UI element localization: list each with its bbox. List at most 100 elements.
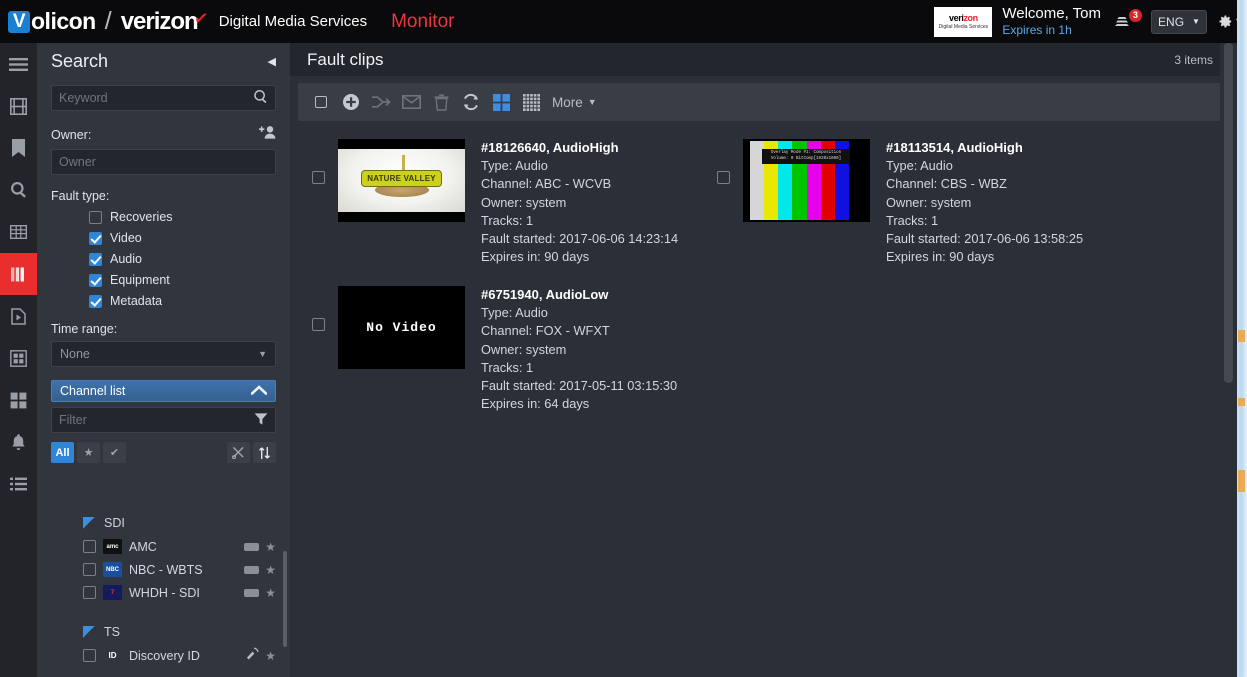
time-range-select[interactable]: None ▼	[51, 341, 276, 367]
tape-icon[interactable]	[244, 588, 260, 597]
checkbox[interactable]	[89, 273, 102, 287]
owner-row: Owner:	[51, 125, 276, 144]
keyword-field[interactable]	[51, 85, 276, 111]
channel-list-section-header[interactable]: Channel list	[51, 380, 276, 402]
checkbox[interactable]	[83, 649, 96, 662]
star-icon[interactable]: ★	[265, 649, 276, 663]
rail-item-table[interactable]	[0, 211, 37, 253]
add-user-icon[interactable]	[259, 125, 276, 144]
thumb-osd-text: Overlay Mode #1: Composition Volume: 0 B…	[762, 149, 850, 164]
session-expiry[interactable]: Expires in 1h	[1002, 23, 1101, 38]
rail-item-search[interactable]	[0, 169, 37, 211]
checkbox[interactable]	[89, 210, 102, 224]
brand-block[interactable]: Volicon / verizon ✓ Digital Media Service…	[0, 7, 454, 36]
clip-thumbnail[interactable]: NATURE VALLEY	[338, 139, 465, 222]
owner-input[interactable]	[59, 155, 268, 169]
chevron-down-icon: ▼	[1192, 17, 1200, 26]
select-all-checkbox[interactable]	[306, 87, 336, 117]
checkbox[interactable]	[83, 540, 96, 553]
clip-thumbnail[interactable]: Overlay Mode #1: Composition Volume: 0 B…	[743, 139, 870, 222]
channel-row-whdh-sdi[interactable]: 7 WHDH - SDI ★	[37, 581, 290, 604]
verizon-logo[interactable]: verizon ✓	[121, 8, 209, 36]
clear-selection-button[interactable]	[227, 442, 250, 463]
large-grid-view-button[interactable]	[486, 87, 516, 117]
channel-filter-field[interactable]	[51, 407, 276, 433]
search-icon[interactable]	[253, 89, 268, 107]
clip-title[interactable]: #18113514, AudioHigh	[886, 139, 1083, 157]
clip-title[interactable]: #18126640, AudioHigh	[481, 139, 678, 157]
fault-type-recoveries[interactable]: Recoveries	[89, 210, 290, 224]
add-button[interactable]	[336, 87, 366, 117]
star-icon[interactable]: ★	[265, 563, 276, 577]
volicon-v-mark: V	[8, 10, 30, 33]
card-checkbox[interactable]	[312, 171, 325, 184]
clip-title[interactable]: #6751940, AudioLow	[481, 286, 677, 304]
clip-tracks: Tracks: 1	[886, 212, 939, 228]
small-grid-icon	[522, 93, 540, 111]
checkbox[interactable]	[89, 252, 102, 266]
rail-item-fault-clips[interactable]	[0, 253, 37, 295]
filter-favorites-button[interactable]: ★	[77, 442, 100, 463]
rail-item-bookmarks[interactable]	[0, 127, 37, 169]
delete-button[interactable]	[426, 87, 456, 117]
checkbox[interactable]	[83, 586, 96, 599]
rail-item-dashboard[interactable]	[0, 337, 37, 379]
fault-clip-card[interactable]: No Video #6751940, AudioLow Type: Audio …	[312, 286, 677, 413]
keyword-input[interactable]	[59, 91, 253, 105]
clip-type: Type: Audio	[886, 158, 953, 174]
satellite-icon[interactable]	[246, 647, 259, 665]
filter-selected-button[interactable]: ✔	[103, 442, 126, 463]
checkbox-label: Metadata	[110, 294, 163, 308]
rail-item-alerts[interactable]	[0, 421, 37, 463]
tape-icon[interactable]	[244, 542, 260, 551]
channel-group-ts[interactable]: TS	[37, 620, 290, 644]
channel-row-nbc-wbts[interactable]: NBC NBC - WBTS ★	[37, 558, 290, 581]
card-checkbox[interactable]	[717, 171, 730, 184]
more-menu-button[interactable]: More ▼	[552, 95, 597, 110]
rail-item-menu[interactable]	[0, 43, 37, 85]
fault-type-metadata[interactable]: Metadata	[89, 294, 290, 308]
main-scrollbar[interactable]	[1220, 43, 1237, 677]
funnel-icon[interactable]	[254, 412, 268, 429]
channel-list-label: Channel list	[60, 384, 126, 398]
main-scrollbar-thumb[interactable]	[1224, 43, 1233, 383]
owner-field[interactable]	[51, 149, 276, 175]
rail-item-tiles[interactable]	[0, 379, 37, 421]
channel-row-amc[interactable]: amc AMC ★	[37, 535, 290, 558]
filter-all-button[interactable]: All	[51, 442, 74, 463]
merge-button[interactable]	[366, 87, 396, 117]
alerts-button[interactable]: 3	[1111, 8, 1143, 35]
group-partial-check-icon	[83, 517, 95, 529]
sort-button[interactable]	[253, 442, 276, 463]
small-grid-view-button[interactable]	[516, 87, 546, 117]
rail-item-file-play[interactable]	[0, 295, 37, 337]
rail-item-clips[interactable]	[0, 85, 37, 127]
nature-valley-thumbnail-art: NATURE VALLEY	[338, 149, 465, 212]
email-button[interactable]	[396, 87, 426, 117]
refresh-button[interactable]	[456, 87, 486, 117]
group-label: SDI	[104, 516, 125, 530]
channel-row-discovery-id[interactable]: ID Discovery ID ★	[37, 644, 290, 667]
clip-thumbnail[interactable]: No Video	[338, 286, 465, 369]
star-icon[interactable]: ★	[265, 540, 276, 554]
checkbox[interactable]	[83, 563, 96, 576]
checkbox[interactable]	[89, 231, 102, 245]
language-selector[interactable]: ENG ▼	[1151, 9, 1207, 34]
channel-filter-input[interactable]	[59, 413, 254, 427]
clip-expires: Expires in: 64 days	[481, 396, 590, 412]
star-icon[interactable]: ★	[265, 586, 276, 600]
checkbox[interactable]	[89, 294, 102, 308]
fault-type-equipment[interactable]: Equipment	[89, 273, 290, 287]
channel-list-scrollbar[interactable]	[283, 551, 287, 647]
fault-clip-card[interactable]: NATURE VALLEY #18126640, AudioHigh Type:…	[312, 139, 678, 266]
card-checkbox[interactable]	[312, 318, 325, 331]
collapse-left-icon[interactable]: ◀	[268, 55, 276, 68]
fault-type-video[interactable]: Video	[89, 231, 290, 245]
channel-group-sdi[interactable]: SDI	[37, 511, 290, 535]
volicon-logo[interactable]: Volicon	[8, 8, 96, 35]
tape-icon[interactable]	[244, 565, 260, 574]
fault-clip-card[interactable]: Overlay Mode #1: Composition Volume: 0 B…	[717, 139, 1083, 266]
rail-item-list[interactable]	[0, 463, 37, 505]
fault-type-audio[interactable]: Audio	[89, 252, 290, 266]
channel-list[interactable]: SDI amc AMC ★ NBC NBC - WBTS ★ 7 WHDH - …	[37, 511, 290, 677]
